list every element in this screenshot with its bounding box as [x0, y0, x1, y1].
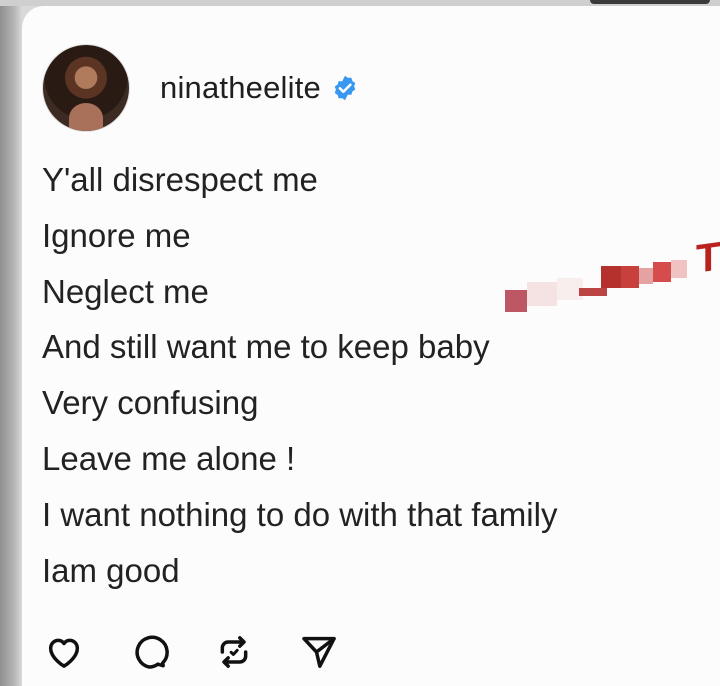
verified-badge-icon — [331, 74, 359, 102]
post-line: Y'all disrespect me — [42, 161, 318, 198]
action-bar — [42, 630, 382, 674]
watermark-band — [505, 260, 687, 312]
post-line: I want nothing to do with that family — [42, 495, 558, 533]
comment-icon[interactable] — [127, 630, 171, 674]
post-header: ninatheelite — [42, 44, 359, 132]
send-icon[interactable] — [297, 630, 341, 674]
post-card: ninatheelite Y'all disrespect me Ignore … — [22, 6, 720, 686]
post-line: Very confusing — [42, 384, 259, 422]
post-line: Ignore me — [42, 216, 191, 254]
screenshot-frame: ninatheelite Y'all disrespect me Ignore … — [0, 0, 720, 686]
avatar[interactable] — [42, 44, 130, 132]
heart-icon[interactable] — [42, 630, 86, 674]
post-line: Iam good — [42, 551, 180, 589]
post-text: Y'all disrespect me Ignore me Neglect me… — [42, 156, 557, 602]
post-line: And still want me to keep baby — [42, 328, 490, 366]
watermark-text: T — [695, 234, 720, 282]
post-line: Leave me alone ! — [42, 439, 296, 477]
repost-icon[interactable] — [212, 630, 256, 674]
post-line: Neglect me — [42, 272, 209, 310]
top-strip-handle — [590, 0, 710, 4]
username[interactable]: ninatheelite — [160, 70, 321, 106]
